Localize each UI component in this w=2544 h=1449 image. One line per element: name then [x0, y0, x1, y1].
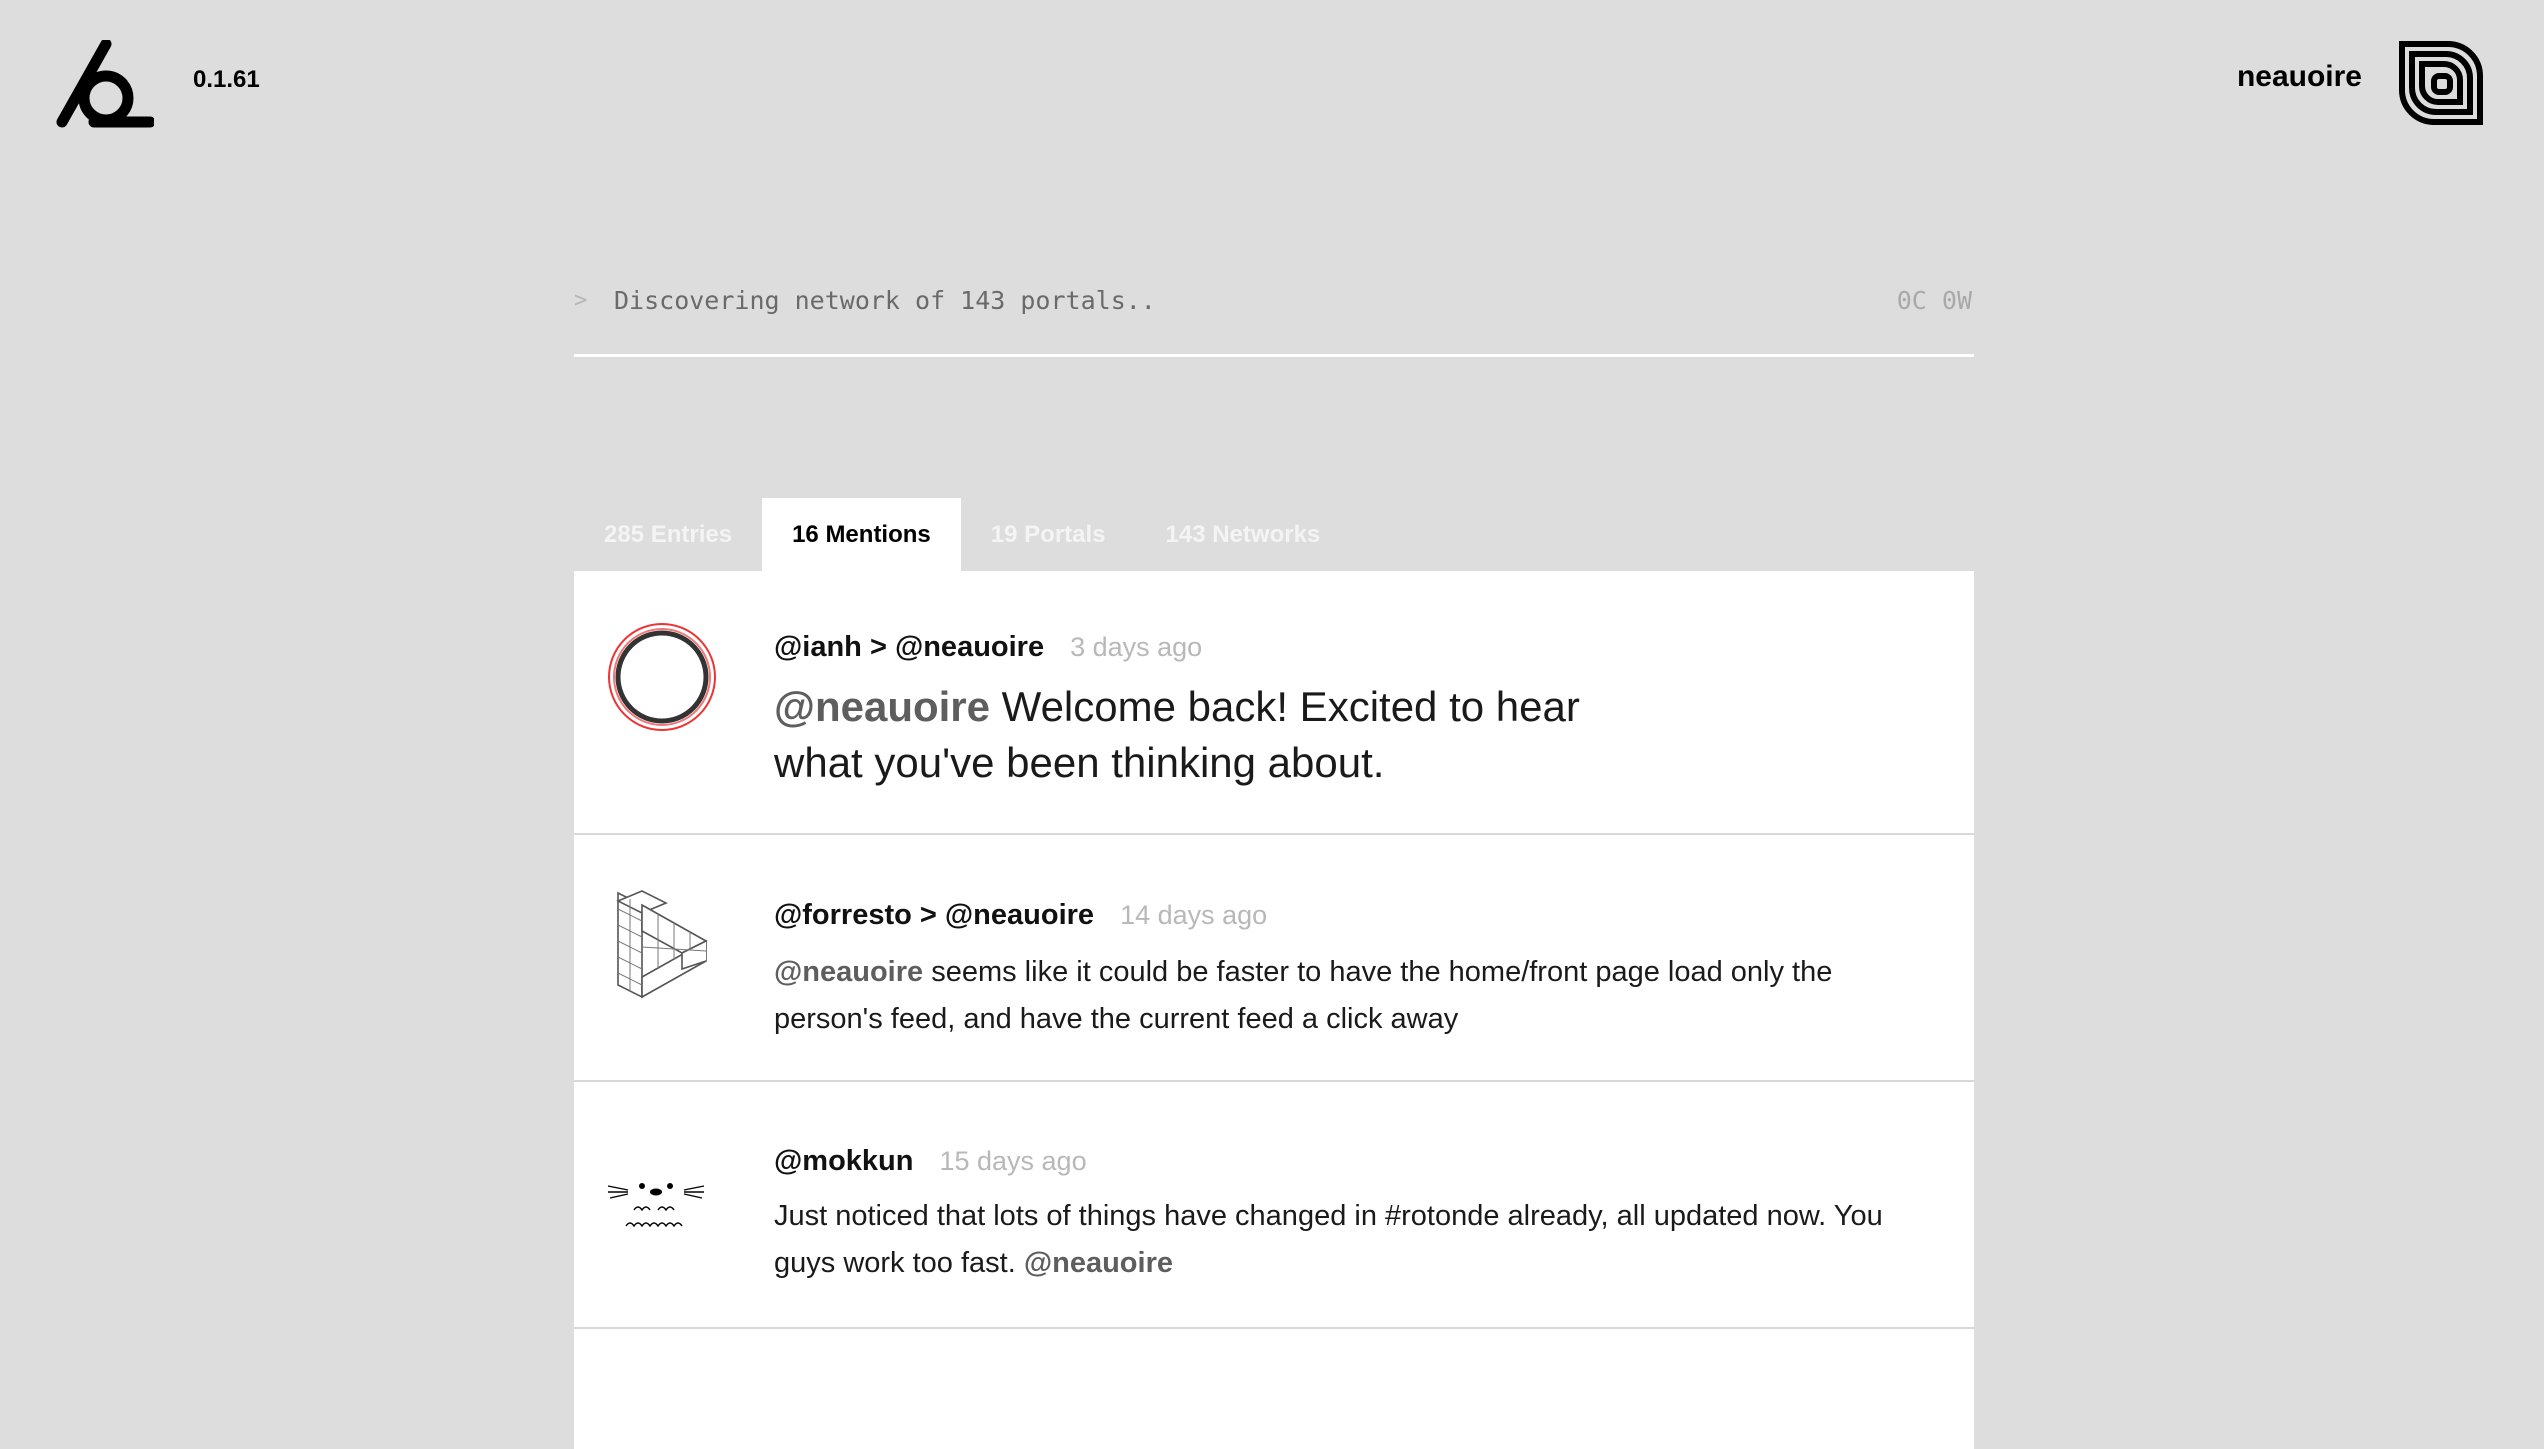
mention-link[interactable]: @neauoire — [774, 956, 923, 988]
entry-message: @neauoire seems like it could be faster … — [774, 949, 1934, 1043]
cube-triangle-icon[interactable] — [606, 885, 716, 1005]
feed-entry: @ianh > @neauoire 3 days ago @neauoire We… — [574, 571, 1974, 835]
entry-meta: @ianh > @neauoire 3 days ago — [774, 631, 1202, 664]
command-status: Discovering network of 143 portals.. — [614, 286, 1156, 315]
header: 0.1.61 neauoire — [0, 0, 2544, 160]
tab-networks[interactable]: 143 Networks — [1136, 498, 1351, 571]
entry-handle[interactable]: @forresto > @neauoire — [774, 899, 1094, 931]
version-label: 0.1.61 — [193, 66, 260, 93]
entry-text: seems like it could be faster to have th… — [774, 956, 1833, 1035]
entry-time: 15 days ago — [939, 1146, 1087, 1176]
entry-message: Just noticed that lots of things have ch… — [774, 1193, 1934, 1287]
entry-meta: @mokkun 15 days ago — [774, 1145, 1087, 1178]
mention-link[interactable]: @neauoire — [774, 683, 990, 730]
tab-mentions[interactable]: 16 Mentions — [762, 498, 961, 571]
entry-time: 3 days ago — [1070, 632, 1203, 662]
username[interactable]: neauoire — [2237, 60, 2362, 94]
entry-text: Just noticed that lots of things have ch… — [774, 1200, 1883, 1279]
circle-ring-icon[interactable] — [606, 621, 718, 733]
mentions-feed: @ianh > @neauoire 3 days ago @neauoire We… — [574, 571, 1974, 1449]
tab-entries[interactable]: 285 Entries — [574, 498, 762, 571]
tab-portals[interactable]: 19 Portals — [961, 498, 1136, 571]
entry-handle[interactable]: @mokkun — [774, 1145, 913, 1177]
tab-bar: 285 Entries 16 Mentions 19 Portals 143 N… — [574, 498, 1350, 571]
user-portal-icon[interactable] — [2398, 40, 2484, 126]
main-content: > Discovering network of 143 portals.. 0… — [574, 270, 1974, 1449]
entry-time: 14 days ago — [1120, 900, 1268, 930]
mention-link[interactable]: @neauoire — [1024, 1247, 1173, 1279]
cat-face-icon[interactable] — [606, 1172, 706, 1232]
prompt-symbol: > — [574, 288, 588, 313]
entry-handle[interactable]: @ianh > @neauoire — [774, 631, 1044, 663]
entry-meta: @forresto > @neauoire 14 days ago — [774, 899, 1267, 932]
command-counts: 0C 0W — [1896, 286, 1972, 315]
entry-message: @neauoire Welcome back! Excited to hear … — [774, 679, 1674, 791]
rotonde-logo-icon[interactable] — [56, 40, 154, 130]
command-bar[interactable]: > Discovering network of 143 portals.. 0… — [574, 270, 1974, 357]
feed-entry: @mokkun 15 days ago Just noticed that lot… — [574, 1082, 1974, 1329]
feed-entry: @forresto > @neauoire 14 days ago @neauoi… — [574, 835, 1974, 1082]
feed-entry — [574, 1329, 1974, 1449]
